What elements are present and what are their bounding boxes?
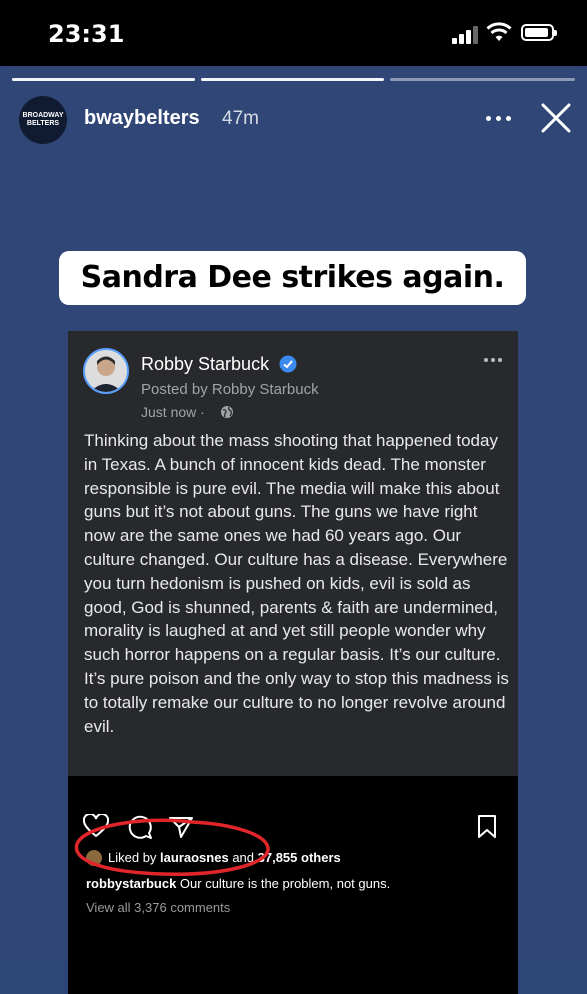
view-comments: View all 3,376 comments — [86, 900, 231, 915]
story-avatar[interactable]: BROADWAY BELTERS — [19, 96, 67, 144]
author-name: Robby Starbuck — [141, 354, 270, 374]
bookmark-icon — [478, 815, 496, 838]
more-options-icon[interactable] — [484, 104, 512, 132]
posted-by: Posted by Robby Starbuck — [141, 381, 319, 398]
liker-avatar — [86, 850, 102, 866]
story-viewer[interactable]: BROADWAY BELTERS bwaybelters 47m Sandra … — [0, 66, 587, 994]
close-icon[interactable] — [538, 100, 574, 136]
globe-icon — [221, 406, 233, 418]
verified-badge-icon — [279, 355, 297, 373]
caption-text: Our culture is the problem, not guns. — [176, 876, 391, 891]
share-icon — [169, 817, 193, 838]
liked-user: lauraosnes — [160, 850, 229, 865]
likes-line: Liked by lauraosnes and 37,855 others — [86, 850, 341, 866]
post-time: Just now · — [141, 404, 205, 420]
liked-count: 37,855 others — [257, 850, 341, 865]
story-progress-segment-3 — [390, 78, 575, 81]
story-age: 47m — [222, 108, 259, 129]
story-progress-segment-2 — [201, 78, 384, 81]
cellular-signal-icon — [452, 24, 480, 44]
screenshot-post: Robby Starbuck Posted by Robby Starbuck … — [68, 331, 518, 994]
heart-icon — [83, 814, 109, 838]
ig-caption: robbystarbuck Our culture is the problem… — [86, 876, 390, 891]
battery-icon — [521, 24, 557, 41]
facebook-post-card: Robby Starbuck Posted by Robby Starbuck … — [68, 331, 518, 776]
story-caption: Sandra Dee strikes again. — [59, 251, 526, 305]
story-progress-segment-1 — [12, 78, 195, 81]
wifi-icon — [486, 22, 512, 41]
author-avatar — [83, 348, 129, 394]
cutoff-comment — [86, 923, 506, 931]
avatar-text-line-1: BROADWAY — [22, 112, 64, 119]
caption-user: robbystarbuck — [86, 876, 177, 891]
status-bar: 23:31 — [0, 0, 587, 66]
liked-prefix: Liked by — [108, 850, 161, 865]
liked-mid: and — [228, 850, 258, 865]
post-body: Thinking about the mass shooting that ha… — [84, 431, 509, 736]
status-time: 23:31 — [48, 20, 125, 48]
comment-icon — [128, 815, 152, 839]
post-more-icon — [484, 358, 504, 364]
story-username[interactable]: bwaybelters — [84, 107, 200, 130]
avatar-text-line-2: BELTERS — [26, 120, 60, 127]
